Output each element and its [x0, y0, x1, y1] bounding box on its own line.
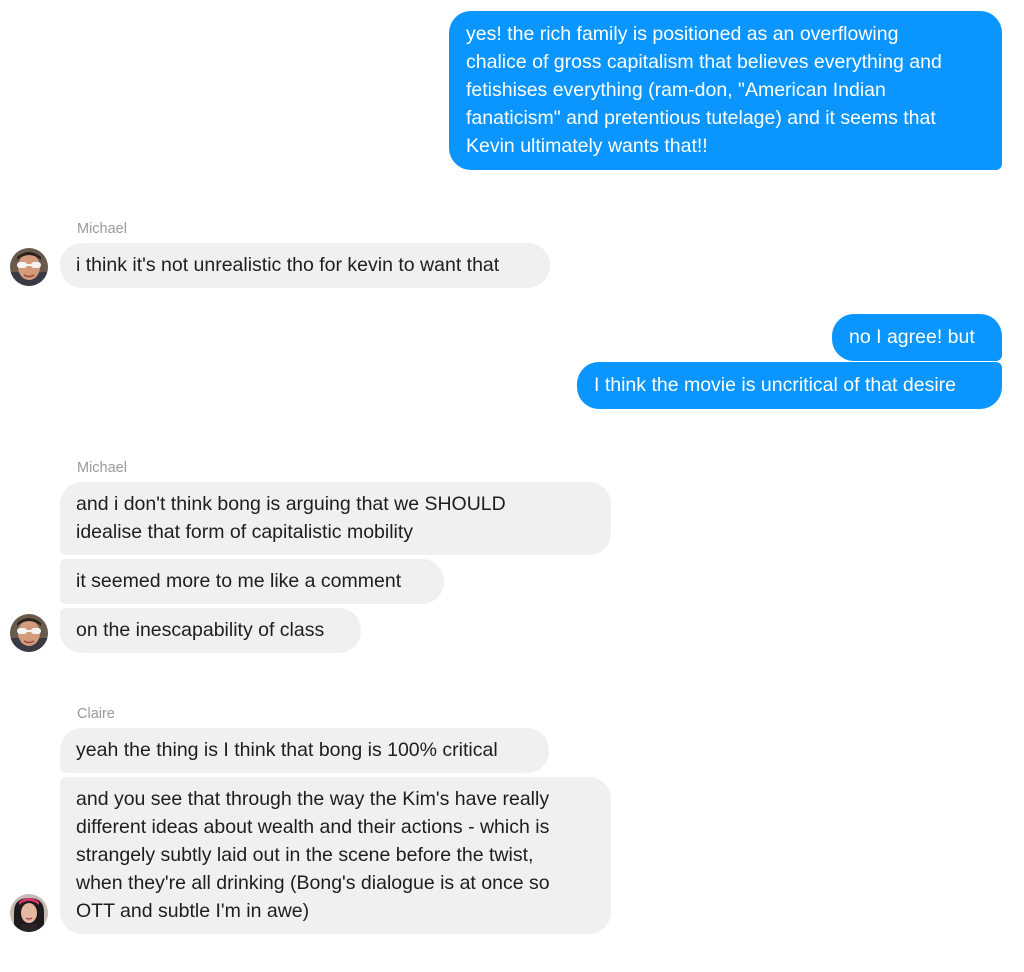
avatar-claire-icon[interactable]	[10, 894, 48, 932]
incoming-message[interactable]: on the inescapability of class	[60, 608, 361, 653]
sender-name: Michael	[77, 221, 127, 237]
avatar-michael-icon[interactable]	[10, 614, 48, 652]
incoming-message[interactable]: it seemed more to me like a comment	[60, 559, 444, 604]
incoming-message[interactable]: and i don't think bong is arguing that w…	[60, 482, 611, 555]
incoming-message[interactable]: and you see that through the way the Kim…	[60, 777, 611, 934]
outgoing-message[interactable]: I think the movie is uncritical of that …	[577, 362, 1002, 409]
incoming-message[interactable]: i think it's not unrealistic tho for kev…	[60, 243, 550, 288]
outgoing-message[interactable]: no I agree! but	[832, 314, 1002, 361]
sender-name: Claire	[77, 706, 115, 722]
outgoing-message[interactable]: yes! the rich family is positioned as an…	[449, 11, 1002, 170]
sender-name: Michael	[77, 460, 127, 476]
incoming-message[interactable]: yeah the thing is I think that bong is 1…	[60, 728, 549, 773]
avatar-michael-icon[interactable]	[10, 248, 48, 286]
